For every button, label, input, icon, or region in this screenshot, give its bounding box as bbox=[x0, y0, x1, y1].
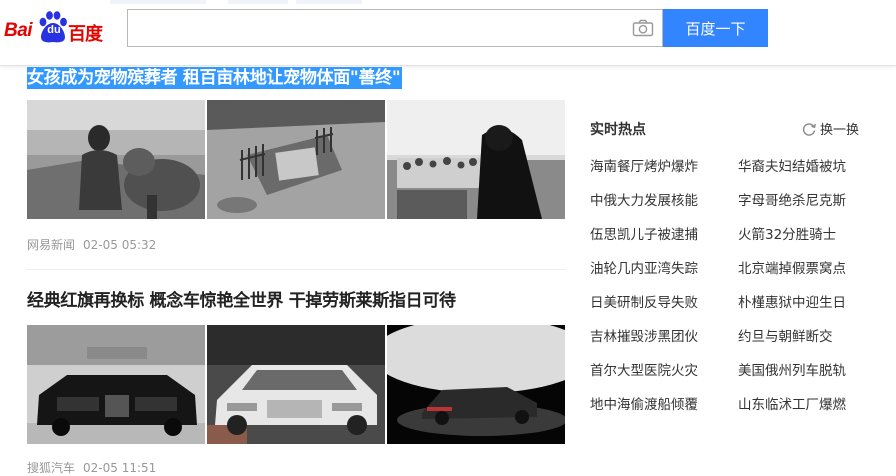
hot-item[interactable]: 日美研制反导失败 bbox=[590, 291, 698, 311]
hot-item[interactable]: 伍思凯儿子被逮捕 bbox=[590, 223, 698, 243]
header-tab-shadow bbox=[228, 0, 288, 4]
page: Bai du 百度 百度一下 女孩成为宠物殡葬者 租百亩林地让宠物体面"善终" bbox=[0, 0, 896, 476]
article-meta: 搜狐汽车 02-05 11:51 bbox=[27, 459, 156, 476]
girl-with-dog-photo bbox=[27, 100, 205, 219]
refresh-button[interactable]: 换一换 bbox=[801, 119, 859, 138]
hot-item[interactable]: 首尔大型医院火灾 bbox=[590, 359, 698, 379]
logo-text-bai: Bai bbox=[4, 20, 33, 41]
hot-item[interactable]: 华裔夫妇结婚被坑 bbox=[738, 155, 846, 175]
logo-text-du: du bbox=[47, 24, 61, 36]
article-image[interactable] bbox=[27, 100, 205, 219]
search-button[interactable]: 百度一下 bbox=[663, 9, 768, 47]
article-time: 02-05 05:32 bbox=[83, 238, 157, 252]
hot-item[interactable]: 海南餐厅烤炉爆炸 bbox=[590, 155, 698, 175]
logo-text-cn: 百度 bbox=[68, 24, 103, 45]
article-image[interactable] bbox=[387, 100, 565, 219]
hot-item[interactable]: 吉林摧毁涉黑团伙 bbox=[590, 325, 698, 345]
article-divider bbox=[27, 269, 565, 270]
search-box bbox=[127, 9, 663, 47]
hot-item[interactable]: 火箭32分胜骑士 bbox=[738, 223, 836, 243]
hot-item[interactable]: 字母哥绝杀尼克斯 bbox=[738, 189, 846, 209]
article-image[interactable] bbox=[27, 325, 205, 444]
camera-icon[interactable] bbox=[632, 19, 654, 37]
search-input[interactable] bbox=[128, 10, 618, 46]
refresh-label: 换一换 bbox=[820, 123, 860, 138]
pet-grave-fence-photo bbox=[207, 100, 385, 219]
header-tab-shadow bbox=[110, 0, 206, 4]
header: Bai du 百度 百度一下 bbox=[0, 0, 896, 66]
article-source[interactable]: 搜狐汽车 bbox=[27, 461, 75, 475]
refresh-icon bbox=[802, 122, 816, 136]
article-source[interactable]: 网易新闻 bbox=[27, 238, 75, 252]
header-tab-shadow bbox=[296, 0, 362, 4]
article-image[interactable] bbox=[207, 325, 385, 444]
hot-item[interactable]: 朴槿惠狱中迎生日 bbox=[738, 291, 846, 311]
hot-list-title: 实时热点 bbox=[590, 122, 646, 138]
hot-item[interactable]: 地中海偷渡船倾覆 bbox=[590, 393, 698, 413]
concept-car-photo bbox=[387, 325, 565, 444]
hot-item[interactable]: 山东临沭工厂爆燃 bbox=[738, 393, 846, 413]
black-hongqi-sedan-photo bbox=[27, 325, 205, 444]
hot-item[interactable]: 中俄大力发展核能 bbox=[590, 189, 698, 209]
article-title[interactable]: 经典红旗再换标 概念车惊艳全世界 干掉劳斯莱斯指日可待 bbox=[27, 290, 456, 312]
article-meta: 网易新闻 02-05 05:32 bbox=[27, 236, 156, 253]
hot-item[interactable]: 北京端掉假票窝点 bbox=[738, 257, 846, 277]
white-hongqi-car-photo bbox=[207, 325, 385, 444]
hot-item[interactable]: 美国俄州列车脱轨 bbox=[738, 359, 846, 379]
article-time: 02-05 11:51 bbox=[83, 461, 157, 475]
woman-at-memorial-photo bbox=[387, 100, 565, 219]
hot-item[interactable]: 约旦与朝鲜断交 bbox=[738, 325, 833, 345]
baidu-logo[interactable]: Bai du 百度 bbox=[4, 8, 108, 48]
article-image[interactable] bbox=[387, 325, 565, 444]
article-image[interactable] bbox=[207, 100, 385, 219]
hot-item[interactable]: 油轮几内亚湾失踪 bbox=[590, 257, 698, 277]
article-title[interactable]: 女孩成为宠物殡葬者 租百亩林地让宠物体面"善终" bbox=[27, 67, 403, 89]
